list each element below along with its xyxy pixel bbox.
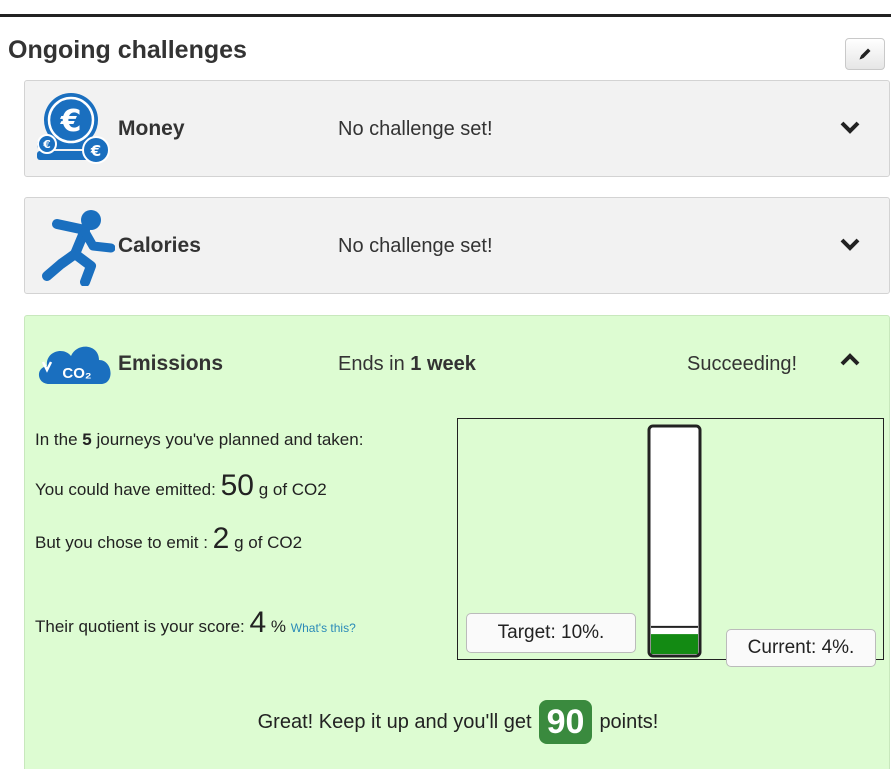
current-tooltip: Current: 4%. xyxy=(726,629,876,667)
chevron-down-icon[interactable] xyxy=(839,234,861,254)
svg-text:€: € xyxy=(90,142,101,160)
gauge-tube xyxy=(647,424,702,658)
challenge-status: No challenge set! xyxy=(338,235,493,257)
could-emit-value: 50 xyxy=(220,469,254,502)
journeys-count: 5 xyxy=(82,430,92,449)
target-tooltip: Target: 10%. xyxy=(466,613,636,653)
page-title: Ongoing challenges xyxy=(8,36,247,64)
could-emit-line: You could have emitted: 50 g of CO2 xyxy=(35,469,327,502)
edit-button[interactable] xyxy=(845,38,885,70)
points-badge: 90 xyxy=(538,700,593,744)
gauge-current-fill xyxy=(651,634,698,654)
svg-text:€: € xyxy=(42,138,51,151)
co2-cloud-icon: CO₂ xyxy=(38,346,111,384)
emissions-gauge: Target: 10%. Current: 4%. xyxy=(457,418,884,667)
euro-coins-icon: € € € xyxy=(37,93,110,164)
deadline-value: 1 week xyxy=(410,353,476,375)
challenge-emissions-panel: CO₂ Emissions Ends in 1 week Succeeding!… xyxy=(24,315,890,769)
challenge-name: Emissions xyxy=(118,352,224,375)
challenge-result: Succeeding! xyxy=(687,353,798,375)
chevron-up-icon[interactable] xyxy=(839,350,861,370)
co2-label: CO₂ xyxy=(62,365,91,382)
challenge-money-panel[interactable]: € € € Money No challenge set! xyxy=(24,80,890,177)
challenge-status: No challenge set! xyxy=(338,118,493,140)
running-person-icon xyxy=(42,210,115,286)
chose-emit-value: 2 xyxy=(212,522,230,555)
challenge-deadline: Ends in 1 week xyxy=(338,353,476,376)
pencil-icon xyxy=(859,48,871,60)
challenge-calories-panel[interactable]: Calories No challenge set! xyxy=(24,197,890,294)
score-value: 4 xyxy=(249,606,267,639)
chevron-down-icon[interactable] xyxy=(839,117,861,137)
points-message: Great! Keep it up and you'll get 90 poin… xyxy=(25,700,891,744)
deadline-prefix: Ends in xyxy=(338,353,405,375)
whats-this-link[interactable]: What's this? xyxy=(291,621,356,635)
score-line: Their quotient is your score: 4 % What's… xyxy=(35,606,356,639)
top-divider xyxy=(0,14,891,17)
svg-text:€: € xyxy=(60,104,82,139)
chose-emit-line: But you chose to emit : 2 g of CO2 xyxy=(35,522,303,555)
journeys-line: In the 5 journeys you've planned and tak… xyxy=(35,430,364,449)
challenge-name: Calories xyxy=(118,234,201,257)
challenge-name: Money xyxy=(118,117,185,140)
